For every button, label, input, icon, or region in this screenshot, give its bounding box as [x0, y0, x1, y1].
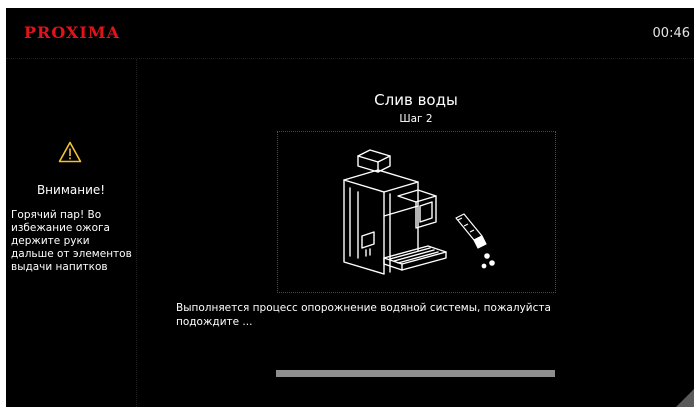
progress-bar [276, 370, 555, 377]
corner-decoration [676, 389, 694, 407]
top-bar: PROXIMA 00:46 [6, 8, 694, 59]
step-label: Шаг 2 [399, 113, 433, 125]
progress-bar-fill [276, 370, 555, 377]
warning-text: Горячий пар! Во избежание ожога держите … [11, 209, 132, 273]
illustration-frame [277, 131, 556, 293]
page-title: Слив воды [374, 91, 458, 109]
brand-logo: PROXIMA [24, 23, 121, 42]
warning-title: Внимание! [36, 183, 106, 197]
warning-panel: Внимание! Горячий пар! Во избежание ожог… [6, 59, 137, 407]
coffee-machine-drain-icon [343, 149, 495, 275]
warning-triangle-icon [58, 141, 82, 163]
machine-screen: PROXIMA 00:46 Внимание! Горячий пар! Во … [6, 8, 694, 407]
status-message: Выполняется процесс опорожнение водяной … [176, 302, 551, 328]
clock: 00:46 [652, 26, 690, 41]
